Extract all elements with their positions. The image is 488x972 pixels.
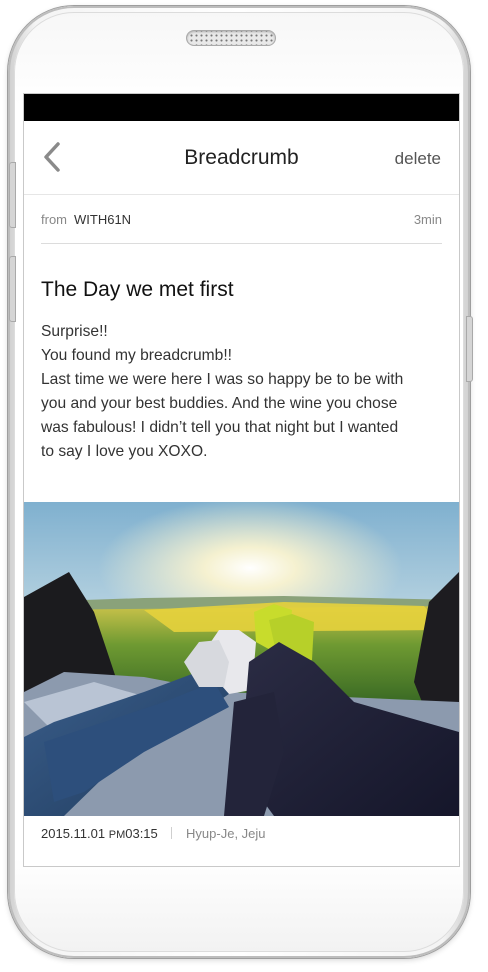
from-label: from [41, 212, 67, 227]
power-button [466, 316, 473, 382]
post-body: Surprise!! You found my breadcrumb!! Las… [41, 320, 442, 464]
post-date: 2015.11.01 [41, 826, 106, 841]
post-body-line: to say I love you XOXO. [41, 443, 208, 460]
delete-button[interactable]: delete [395, 149, 441, 169]
post-body-line: Last time we were here I was so happy be… [41, 371, 404, 388]
post-body-line: was fabulous! I didn’t tell you that nig… [41, 419, 399, 436]
post-title: The Day we met first [41, 278, 234, 301]
post-body-line: You found my breadcrumb!! [41, 347, 232, 364]
sender-name[interactable]: WITH61N [74, 212, 131, 227]
message-meta: from WITH61N 3min [41, 195, 442, 244]
app-screen: Breadcrumb delete from WITH61N 3min The … [23, 93, 460, 867]
earpiece-speaker [186, 30, 276, 46]
time-ago: 3min [413, 212, 442, 227]
footer-divider [171, 827, 173, 839]
post-body-line: you and your best buddies. And the wine … [41, 395, 398, 412]
status-bar [24, 94, 459, 121]
volume-button [9, 162, 16, 228]
post-body-line: Surprise!! [41, 323, 108, 340]
post-footer: 2015.11.01 PM03:15 Hyup-Je, Jeju [41, 826, 266, 841]
post-time: 03:15 [125, 826, 158, 841]
post-location[interactable]: Hyup-Je, Jeju [186, 826, 265, 841]
nav-bar: Breadcrumb delete [24, 121, 459, 195]
post-ampm: PM [108, 829, 126, 841]
post-photo[interactable] [24, 502, 459, 816]
volume-button-lower [9, 256, 16, 322]
